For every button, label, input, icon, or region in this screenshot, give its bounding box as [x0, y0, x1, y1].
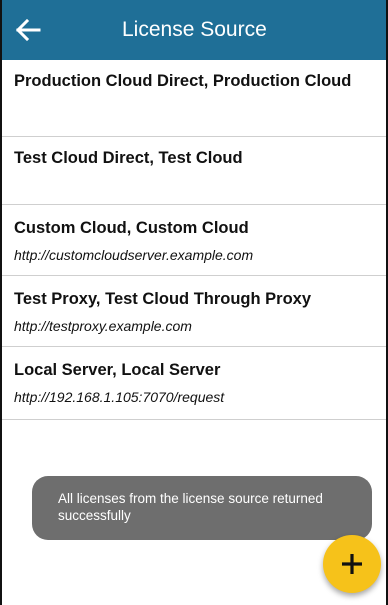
app-bar: License Source	[2, 0, 386, 60]
plus-icon	[342, 554, 362, 574]
list-item-url: http://customcloudserver.example.com	[14, 247, 254, 263]
page-title: License Source	[122, 18, 267, 41]
list-item-url: http://192.168.1.105:7070/request	[14, 389, 225, 405]
list-item-url: http://testproxy.example.com	[14, 318, 192, 334]
list-item[interactable]: Production Cloud Direct, Production Clou…	[2, 60, 386, 137]
list-item-title: Custom Cloud, Custom Cloud	[14, 219, 249, 237]
license-source-screen: License Source Production Cloud Direct, …	[0, 0, 388, 605]
list-item-title: Test Proxy, Test Cloud Through Proxy	[14, 290, 312, 308]
list-item[interactable]: Custom Cloud, Custom Cloud http://custom…	[2, 205, 386, 276]
list-item[interactable]: Local Server, Local Server http://192.16…	[2, 347, 386, 420]
list-item[interactable]: Test Proxy, Test Cloud Through Proxy htt…	[2, 276, 386, 347]
back-button[interactable]	[12, 14, 44, 46]
list-item-title: Production Cloud Direct, Production Clou…	[14, 72, 352, 90]
list-item-title: Local Server, Local Server	[14, 361, 221, 379]
arrow-left-icon	[15, 19, 41, 41]
list-item[interactable]: Test Cloud Direct, Test Cloud	[2, 137, 386, 205]
toast-message: All licenses from the license source ret…	[32, 476, 372, 540]
list-item-title: Test Cloud Direct, Test Cloud	[14, 149, 243, 167]
add-license-source-button[interactable]	[323, 535, 381, 593]
license-source-list: Production Cloud Direct, Production Clou…	[2, 60, 386, 420]
